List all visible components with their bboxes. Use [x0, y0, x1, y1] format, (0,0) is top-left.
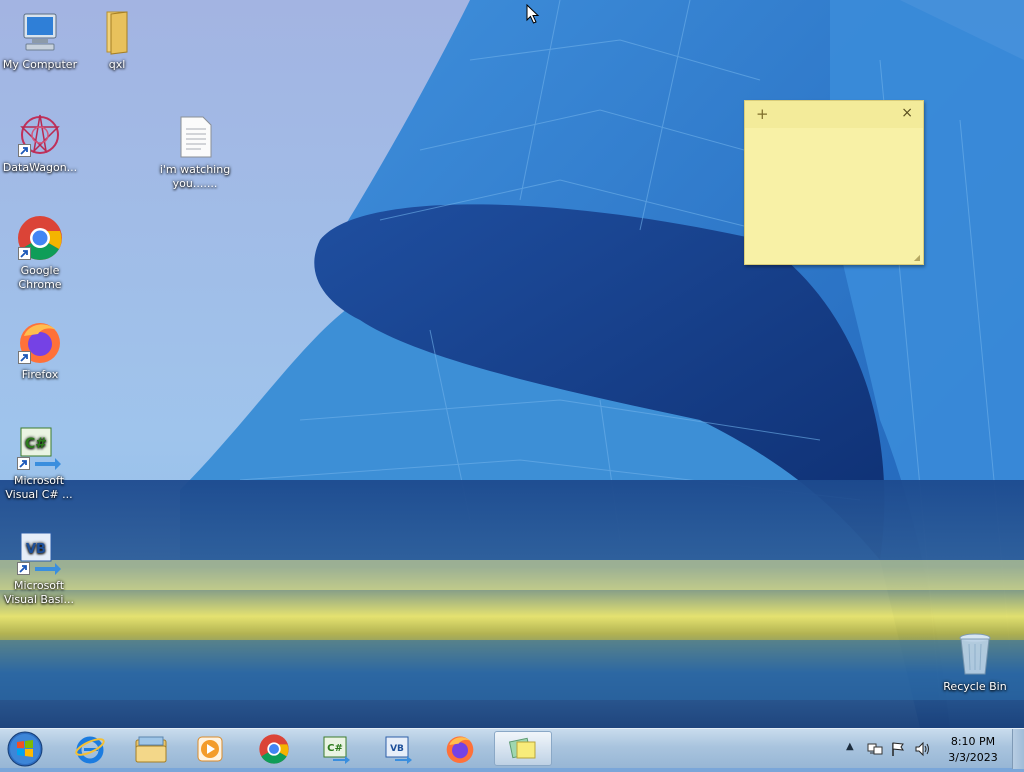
start-button[interactable] [5, 730, 45, 768]
chrome-icon [16, 214, 64, 262]
taskbar-media-player[interactable] [182, 731, 238, 766]
mouse-cursor-icon [526, 4, 540, 24]
taskbar-clock[interactable]: 8:10 PM 3/3/2023 [942, 734, 1004, 766]
desktop-icon-label: i'm watching you....... [159, 163, 231, 190]
chrome-icon [259, 733, 289, 764]
taskbar: C# VB ▲ 8:10 PM 3/3/2023 [0, 728, 1024, 769]
taskbar-firefox[interactable] [432, 731, 488, 766]
sticky-note-text-area[interactable] [745, 128, 923, 258]
network-icon[interactable] [867, 741, 883, 757]
desktop-icon-label: My Computer [2, 58, 78, 71]
taskbar-chrome[interactable] [246, 731, 302, 766]
desktop-icon-label: Microsoft Visual Basi... [4, 579, 74, 606]
text-document-icon [171, 113, 219, 161]
folder-icon [93, 8, 141, 56]
file-explorer-icon [135, 736, 167, 762]
taskbar-file-explorer[interactable] [123, 731, 179, 766]
taskbar-sticky-notes[interactable] [494, 731, 552, 766]
show-hidden-icons-button[interactable]: ▲ [846, 741, 854, 752]
system-tray: ▲ 8:10 PM 3/3/2023 [842, 729, 1012, 769]
windows-logo-icon [7, 731, 43, 767]
taskbar-visual-csharp[interactable]: C# [308, 731, 364, 766]
clock-time: 8:10 PM [950, 735, 996, 748]
shortcut-arrow-icon [18, 247, 31, 260]
firefox-icon [16, 318, 64, 366]
desktop-icon-label: Recycle Bin [943, 680, 1007, 693]
desktop-icon-firefox[interactable]: Firefox [0, 318, 80, 382]
shortcut-arrow-icon [17, 562, 30, 575]
volume-icon[interactable] [914, 741, 932, 757]
svg-text:VB: VB [26, 542, 46, 557]
firefox-icon [446, 735, 474, 763]
desktop-icon-watching-text-file[interactable]: i'm watching you....... [155, 113, 235, 191]
desktop-icon-visual-basic[interactable]: VB Microsoft Visual Basi... [0, 529, 79, 607]
desktop-icon-my-computer[interactable]: My Computer [0, 8, 80, 72]
desktop-icon-label: Firefox [21, 368, 59, 381]
close-note-button[interactable]: × [901, 105, 913, 121]
visual-csharp-icon: C# [323, 736, 350, 764]
visual-basic-icon: VB [15, 529, 63, 577]
visual-csharp-icon: C# [15, 424, 63, 472]
svg-text:C#: C# [25, 436, 47, 452]
desktop-icon-label: Google Chrome [18, 264, 62, 291]
resize-grip-icon[interactable]: ◢ [914, 253, 920, 262]
datawagon-icon [16, 111, 64, 159]
action-center-flag-icon[interactable] [890, 741, 906, 757]
sticky-notes-icon [508, 737, 536, 758]
shortcut-arrow-icon [18, 144, 31, 157]
desktop-icon-qxl[interactable]: qxl [77, 8, 157, 72]
recycle-bin-icon [951, 630, 999, 678]
shortcut-arrow-icon [17, 457, 30, 470]
clock-date: 3/3/2023 [948, 751, 998, 764]
svg-text:C#: C# [327, 743, 343, 754]
sticky-note-title-bar[interactable]: + × [745, 101, 923, 128]
taskbar-internet-explorer[interactable] [62, 731, 118, 766]
shortcut-arrow-icon [18, 351, 31, 364]
media-player-icon [197, 736, 223, 761]
desktop-icon-google-chrome[interactable]: Google Chrome [0, 214, 80, 292]
desktop-icon-recycle-bin[interactable]: Recycle Bin [935, 630, 1015, 694]
desktop-icon-label: DataWagon... [2, 161, 78, 174]
desktop-icon-label: qxl [108, 58, 126, 71]
desktop-icon-visual-csharp[interactable]: C# Microsoft Visual C# ... [0, 424, 79, 502]
taskbar-visual-basic[interactable]: VB [370, 731, 426, 766]
sticky-note-window[interactable]: + × ◢ [744, 100, 924, 265]
svg-text:VB: VB [390, 744, 404, 754]
show-desktop-button[interactable] [1012, 729, 1024, 769]
desktop-icon-datawagon[interactable]: DataWagon... [0, 111, 80, 175]
desktop-icon-label: Microsoft Visual C# ... [5, 474, 73, 501]
computer-icon [16, 8, 64, 56]
new-note-button[interactable]: + [756, 105, 769, 123]
internet-explorer-icon [75, 736, 105, 763]
visual-basic-icon: VB [385, 736, 412, 764]
